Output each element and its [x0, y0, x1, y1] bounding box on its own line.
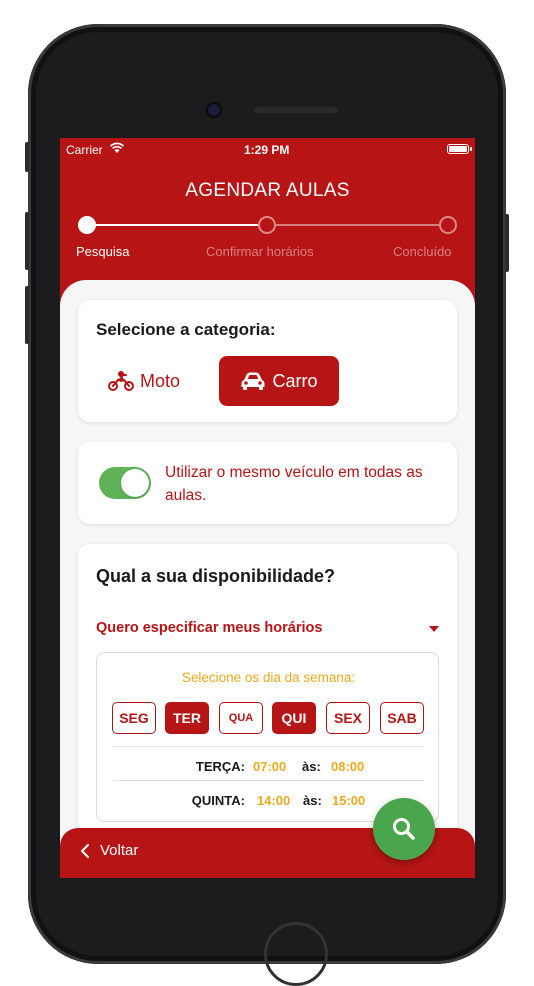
- battery-icon: [447, 144, 472, 154]
- schedule-start[interactable]: 14:00: [257, 793, 290, 808]
- earpiece-speaker: [254, 107, 338, 113]
- category-carro-label: Carro: [272, 370, 318, 391]
- search-icon: [393, 818, 415, 840]
- day-button-seg[interactable]: SEG: [112, 702, 156, 734]
- step-connector: [276, 224, 439, 226]
- category-card: Selecione a categoria: Moto Carro: [78, 300, 457, 422]
- schedule-day: QUINTA:: [191, 793, 245, 808]
- status-bar: Carrier 1:29 PM: [60, 138, 475, 162]
- carrier-label: Carrier: [66, 143, 103, 157]
- category-carro-button[interactable]: Carro: [219, 356, 339, 406]
- back-button[interactable]: Voltar: [80, 842, 138, 859]
- search-fab[interactable]: [373, 798, 435, 860]
- schedule-end[interactable]: 15:00: [332, 793, 365, 808]
- day-button-qui[interactable]: QUI: [272, 702, 316, 734]
- day-button-sab[interactable]: SAB: [380, 702, 424, 734]
- chevron-left-icon: [81, 843, 89, 858]
- category-title: Selecione a categoria:: [96, 320, 276, 339]
- step-connector: [87, 224, 258, 226]
- home-button[interactable]: [264, 922, 328, 986]
- weekday-selector: Selecione os dia da semana: SEG TER QUA …: [96, 652, 439, 822]
- category-moto-button[interactable]: Moto: [108, 356, 204, 406]
- clock: 1:29 PM: [244, 143, 290, 157]
- availability-title: Qual a sua disponibilidade?: [96, 566, 336, 586]
- step-dot-pesquisa: [78, 216, 96, 234]
- power-button: [505, 214, 509, 272]
- progress-stepper: Pesquisa Confirmar horários Concluído: [60, 214, 475, 264]
- same-vehicle-toggle[interactable]: [99, 467, 151, 499]
- schedule-row-quinta: QUINTA: 14:00 às: 15:00: [113, 780, 424, 814]
- mute-switch: [25, 142, 29, 172]
- step-label-concluido: Concluído: [393, 244, 452, 259]
- schedule-row-terca: TERÇA: 07:00 às: 08:00: [113, 746, 424, 780]
- day-button-qua[interactable]: QUA: [219, 702, 263, 734]
- category-moto-label: Moto: [140, 370, 181, 391]
- schedule-start[interactable]: 07:00: [253, 759, 286, 774]
- vehicle-toggle-card: Utilizar o mesmo veículo em todas as aul…: [78, 442, 457, 524]
- content-panel: Selecione a categoria: Moto Carro Utiliz…: [60, 280, 475, 878]
- dropdown-value: Quero especificar meus horários: [96, 620, 323, 636]
- motorcycle-icon: [108, 371, 134, 391]
- schedule-day: TERÇA:: [195, 759, 245, 774]
- wifi-icon: [109, 142, 125, 153]
- step-dot-confirmar: [258, 216, 276, 234]
- day-button-sex[interactable]: SEX: [326, 702, 370, 734]
- volume-up-button: [25, 212, 29, 270]
- step-label-pesquisa: Pesquisa: [76, 244, 130, 259]
- toggle-knob: [121, 469, 149, 497]
- page-title: AGENDAR AULAS: [185, 180, 350, 201]
- step-label-confirmar: Confirmar horários: [206, 244, 314, 259]
- day-button-ter[interactable]: TER: [165, 702, 209, 734]
- schedule-separator: às:: [302, 759, 321, 774]
- app-screen: Carrier 1:29 PM AGENDAR AULAS Pesquisa C…: [60, 138, 475, 878]
- volume-down-button: [25, 286, 29, 344]
- same-vehicle-label: Utilizar o mesmo veículo em todas as aul…: [165, 464, 423, 504]
- availability-dropdown[interactable]: Quero especificar meus horários: [96, 620, 439, 640]
- weekday-title: Selecione os dia da semana:: [181, 670, 356, 685]
- step-dot-concluido: [439, 216, 457, 234]
- schedule-separator: às:: [303, 793, 322, 808]
- schedule-end[interactable]: 08:00: [331, 759, 364, 774]
- car-icon: [241, 372, 265, 390]
- caret-down-icon: [429, 626, 439, 632]
- back-label: Voltar: [100, 842, 139, 859]
- front-camera: [208, 104, 220, 116]
